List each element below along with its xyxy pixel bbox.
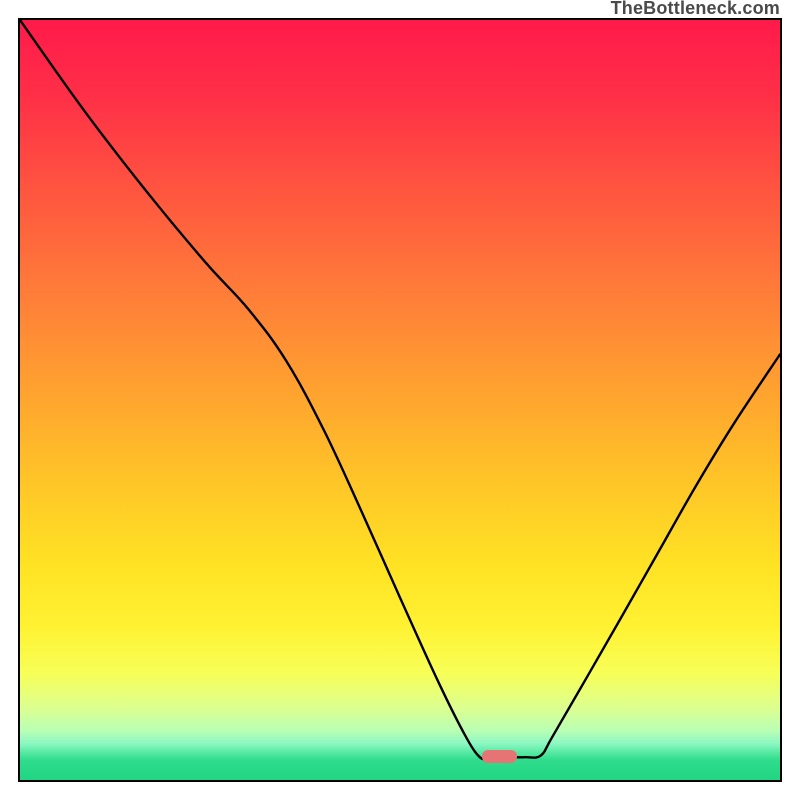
background-gradient bbox=[20, 20, 780, 780]
chart-frame bbox=[18, 18, 782, 782]
optimal-marker bbox=[482, 750, 517, 762]
attribution-label: TheBottleneck.com bbox=[611, 0, 780, 19]
